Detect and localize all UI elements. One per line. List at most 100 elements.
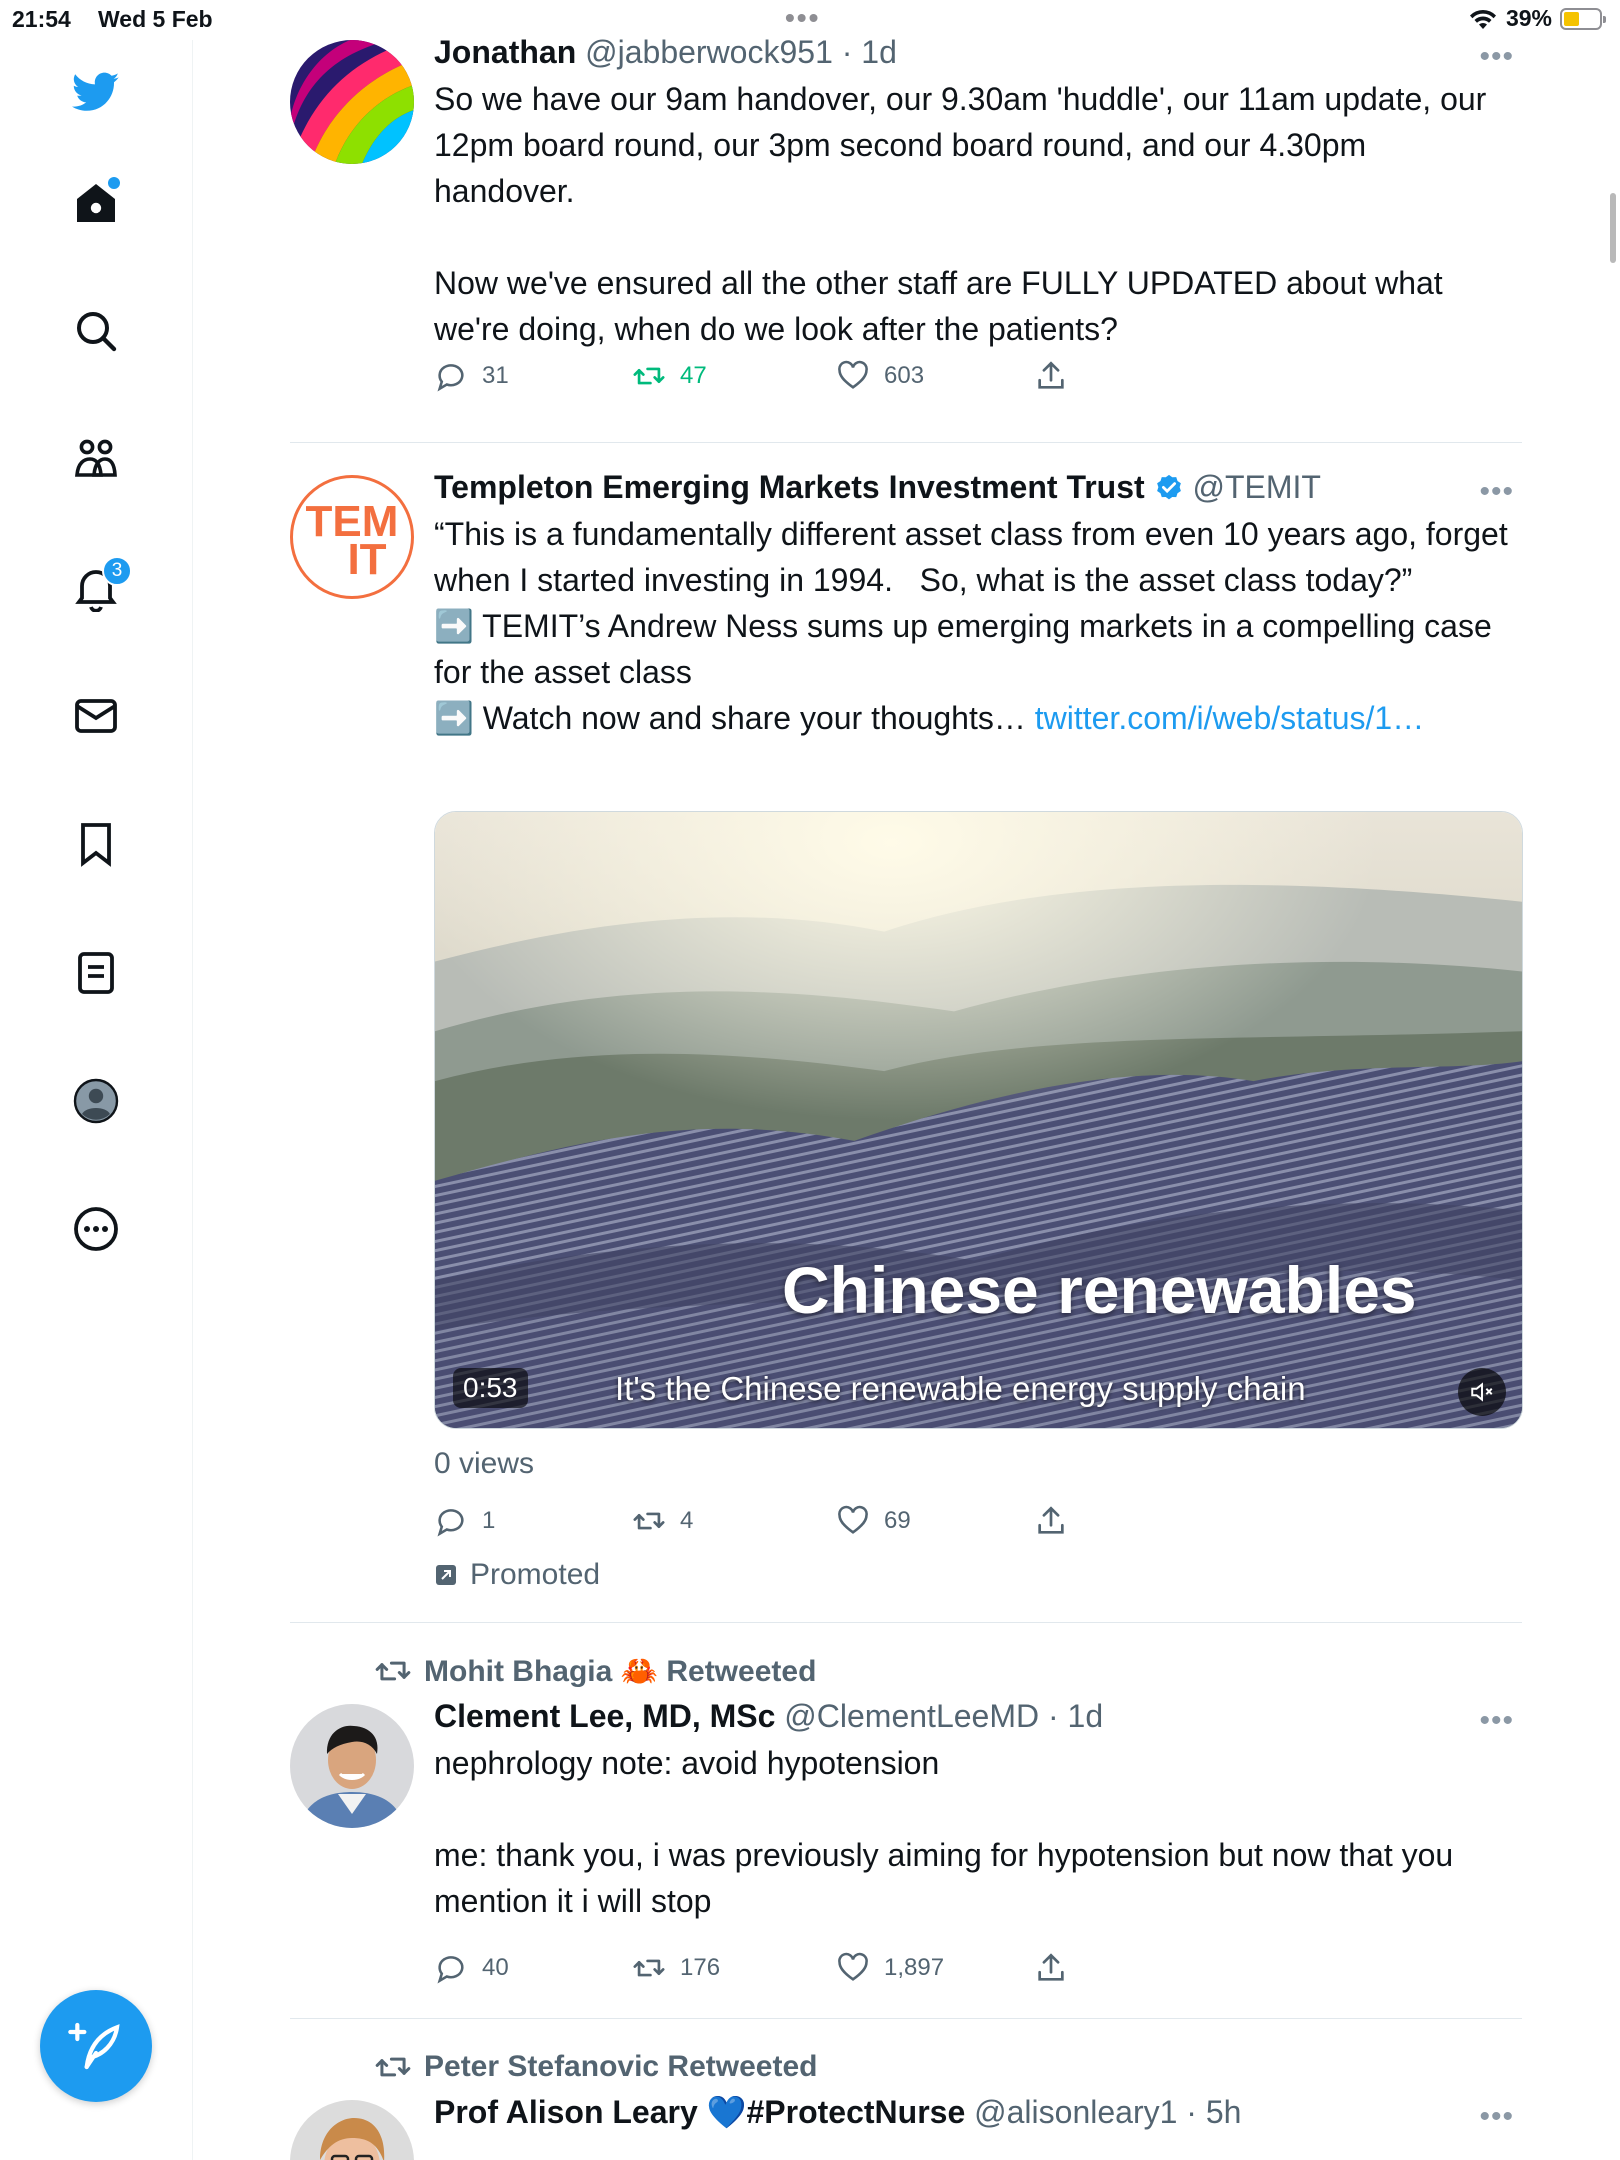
tweet-header: Prof Alison Leary 💙#ProtectNurse @alison… — [434, 2092, 1514, 2132]
video-duration: 0:53 — [453, 1368, 528, 1408]
scrollbar[interactable] — [1610, 193, 1616, 263]
like-button[interactable]: 69 — [836, 1501, 911, 1541]
author-name[interactable]: Templeton Emerging Markets Investment Tr… — [434, 469, 1145, 505]
video-subtitle: It's the Chinese renewable energy supply… — [615, 1370, 1306, 1407]
heart-icon — [838, 1505, 868, 1534]
tweet-text: So we have our 9am handover, our 9.30am … — [434, 81, 1487, 347]
sidebar-item-communities[interactable] — [66, 429, 126, 489]
reply-icon — [437, 364, 464, 392]
battery-icon — [1560, 7, 1606, 30]
retweeted-by[interactable]: Mohit Bhagia 🦀 Retweeted — [374, 1652, 816, 1690]
reply-button[interactable]: 1 — [434, 1501, 495, 1541]
twitter-logo-icon[interactable] — [66, 62, 126, 122]
retweet-button[interactable]: 47 — [632, 356, 707, 396]
author-name[interactable]: Jonathan — [434, 34, 576, 70]
like-button[interactable]: 1,897 — [836, 1948, 944, 1988]
tweet-header: Templeton Emerging Markets Investment Tr… — [434, 467, 1514, 507]
reply-count: 40 — [482, 1954, 509, 1981]
mute-button[interactable] — [1458, 1368, 1506, 1416]
author-name[interactable]: Clement Lee, MD, MSc — [434, 1698, 775, 1734]
compose-icon — [68, 2022, 120, 2070]
retweet-button[interactable]: 4 — [632, 1501, 693, 1541]
retweeted-by[interactable]: Peter Stefanovic Retweeted — [374, 2048, 817, 2086]
share-button[interactable] — [1034, 1501, 1068, 1541]
search-icon — [77, 312, 117, 352]
retweeted-by-text: Peter Stefanovic Retweeted — [424, 2050, 818, 2083]
more-options-icon[interactable]: ••• — [1479, 475, 1514, 509]
tweet-text: nephrology note: avoid hypotension me: t… — [434, 1745, 1454, 1919]
sidebar-item-bookmarks[interactable] — [66, 814, 126, 874]
sidebar-item-more[interactable] — [66, 1199, 126, 1259]
mail-icon — [75, 699, 117, 733]
multitasking-dots-icon[interactable]: ••• — [785, 2, 820, 34]
avatar[interactable]: TEM IT — [290, 475, 414, 599]
retweet-count: 47 — [680, 362, 707, 389]
bookmark-icon — [81, 823, 111, 867]
sidebar-item-home[interactable] — [66, 173, 126, 233]
retweet-icon — [633, 1959, 665, 1977]
sidebar-item-explore[interactable] — [66, 301, 126, 361]
sidebar-item-profile[interactable] — [66, 1071, 126, 1131]
battery-percent: 39% — [1505, 5, 1552, 31]
tweet-header: Clement Lee, MD, MSc @ClementLeeMD · 1d — [434, 1696, 1514, 1736]
share-button[interactable] — [1034, 1948, 1068, 1988]
video-player[interactable]: Chinese renewables It's the Chinese rene… — [434, 811, 1523, 1429]
compose-tweet-button[interactable] — [40, 1990, 152, 2102]
avatar[interactable] — [290, 2100, 414, 2160]
notifications-badge: 3 — [102, 556, 132, 586]
sidebar-item-lists[interactable] — [66, 943, 126, 1003]
tweet-actions: 1 4 69 — [434, 1501, 1094, 1541]
retweet-icon — [633, 367, 665, 385]
avatar[interactable] — [290, 40, 414, 164]
sidebar-nav: 3 — [0, 40, 193, 2160]
retweeted-by-text: Mohit Bhagia 🦀 Retweeted — [424, 1654, 817, 1688]
tweet-time[interactable]: · 1d — [842, 34, 897, 70]
reply-count: 31 — [482, 362, 509, 389]
promoted-icon — [436, 1565, 456, 1585]
like-count: 603 — [884, 362, 925, 389]
author-handle[interactable]: @TEMIT — [1192, 469, 1320, 505]
heart-icon — [838, 360, 868, 389]
tweet-time[interactable]: · 1d — [1048, 1698, 1103, 1734]
more-circle-icon — [74, 1207, 118, 1251]
author-handle[interactable]: @jabberwock951 — [585, 34, 833, 70]
tweet-divider — [290, 442, 1522, 443]
share-icon — [1038, 1506, 1064, 1534]
wifi-icon — [1469, 9, 1496, 29]
author-name[interactable]: Prof Alison Leary 💙#ProtectNurse — [434, 2094, 965, 2130]
reply-icon — [437, 1509, 464, 1537]
view-count: 0 views — [434, 1447, 535, 1480]
tweet-link[interactable]: twitter.com/i/web/status/1… — [1035, 700, 1424, 736]
more-options-icon[interactable]: ••• — [1479, 40, 1514, 74]
reply-button[interactable]: 40 — [434, 1948, 509, 1988]
like-count: 69 — [884, 1507, 911, 1534]
share-icon — [1038, 361, 1064, 389]
communities-icon — [75, 439, 117, 477]
promoted-label[interactable]: Promoted — [434, 1558, 600, 1592]
more-options-icon[interactable]: ••• — [1479, 1704, 1514, 1738]
author-handle[interactable]: @alisonleary1 — [974, 2094, 1177, 2130]
status-date: Wed 5 Feb — [98, 6, 213, 32]
tweet-text: “This is a fundamentally different asset… — [434, 511, 1514, 741]
share-button[interactable] — [1034, 356, 1068, 396]
tweet-actions: 40 176 1,897 — [434, 1948, 1094, 1988]
status-time: 21:54 — [12, 6, 71, 32]
like-button[interactable]: 603 — [836, 356, 924, 396]
home-new-dot — [108, 177, 120, 189]
retweet-icon — [375, 2057, 411, 2077]
svg-text:IT: IT — [347, 535, 386, 584]
retweet-button[interactable]: 176 — [632, 1948, 720, 1988]
retweet-icon — [633, 1512, 665, 1530]
video-title-overlay: Chinese renewables — [782, 1253, 1417, 1327]
sidebar-item-messages[interactable] — [66, 686, 126, 746]
reply-button[interactable]: 31 — [434, 356, 509, 396]
retweet-count: 4 — [680, 1507, 694, 1534]
avatar[interactable] — [290, 1704, 414, 1828]
author-handle[interactable]: @ClementLeeMD — [784, 1698, 1039, 1734]
sidebar-item-notifications[interactable]: 3 — [66, 556, 132, 618]
tweet-time[interactable]: · 5h — [1186, 2094, 1241, 2130]
share-icon — [1038, 1953, 1064, 1981]
more-options-icon[interactable]: ••• — [1479, 2100, 1514, 2134]
promoted-text: Promoted — [470, 1558, 601, 1591]
tweet-divider — [290, 2018, 1522, 2019]
